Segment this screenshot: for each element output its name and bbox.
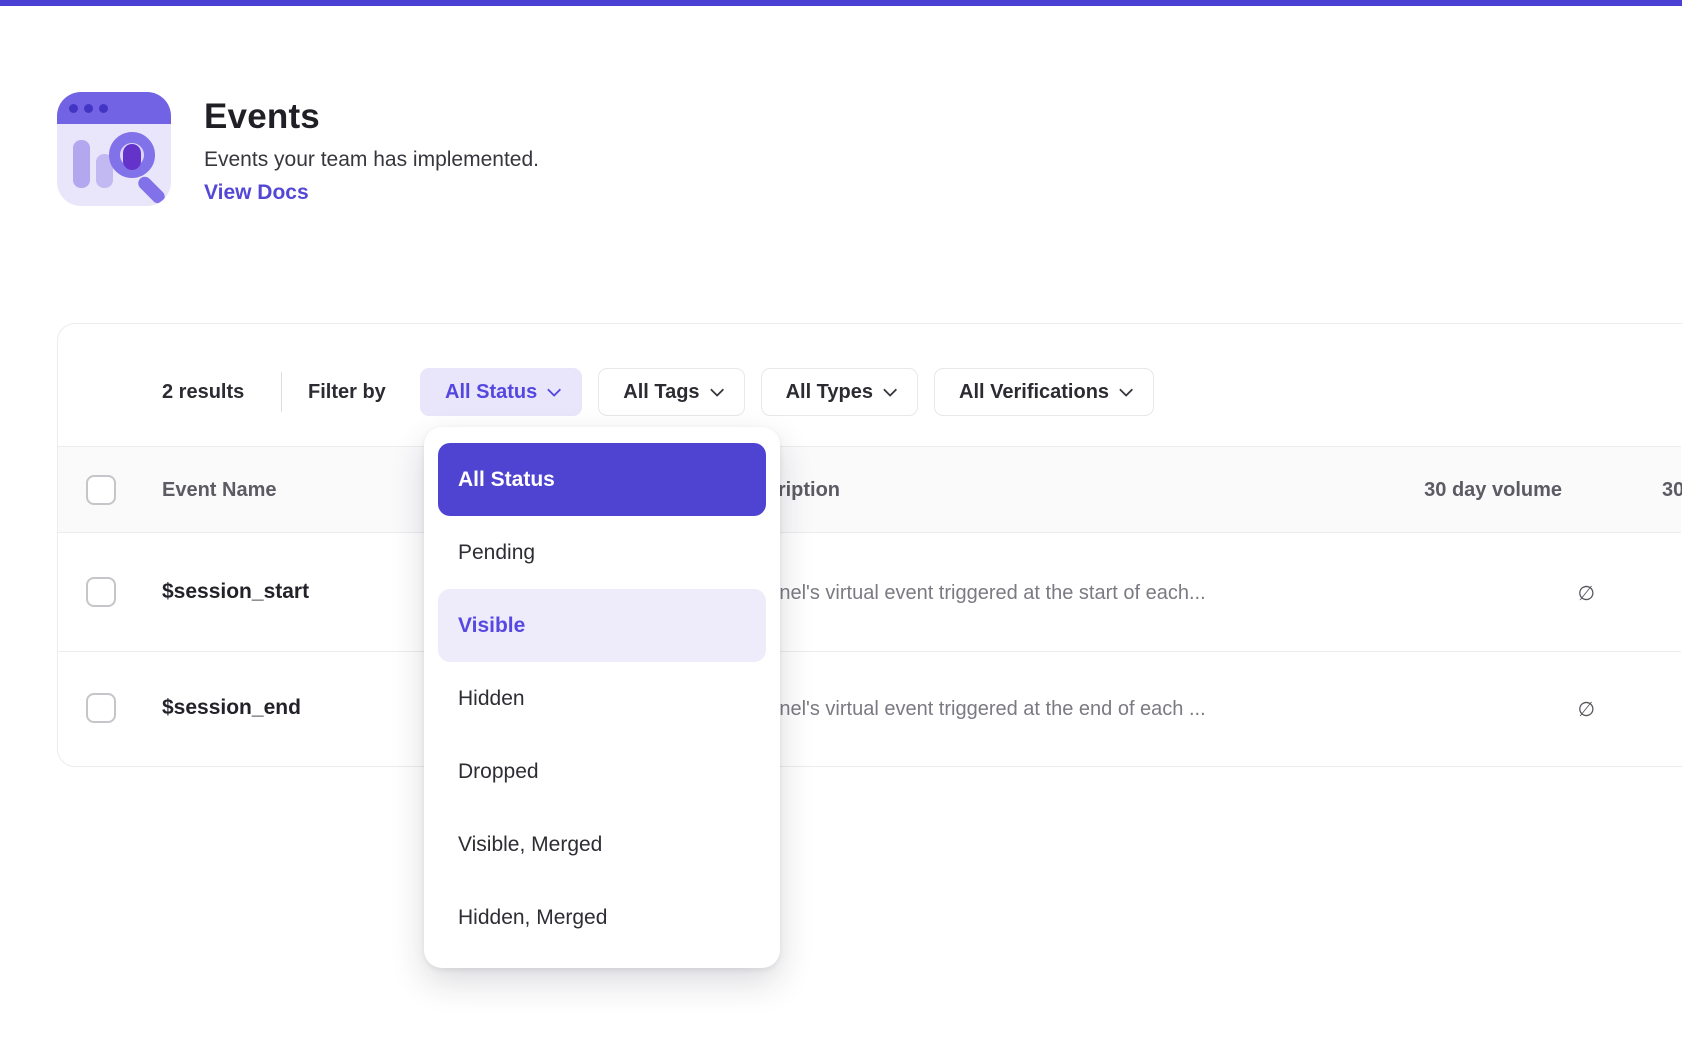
row-checkbox[interactable] <box>86 577 116 607</box>
dropdown-item-hidden[interactable]: Hidden <box>438 662 766 735</box>
filter-group: All Status All Tags All Types All Verifi… <box>420 368 1154 416</box>
status-dropdown-menu: All Status Pending Visible Hidden Droppe… <box>424 427 780 968</box>
events-page: Events Events your team has implemented.… <box>0 0 1682 1046</box>
filter-all-types-label: All Types <box>786 381 873 404</box>
dropdown-item-all-status[interactable]: All Status <box>438 443 766 516</box>
toolbar-divider <box>281 372 282 412</box>
browser-dot-icon <box>99 104 108 113</box>
chevron-down-icon <box>547 383 561 397</box>
dropdown-item-hidden-merged[interactable]: Hidden, Merged <box>438 881 766 954</box>
events-app-icon <box>57 92 171 206</box>
chevron-down-icon <box>1119 383 1133 397</box>
event-description: Mixpanel's virtual event triggered at th… <box>726 698 1206 721</box>
results-count: 2 results <box>162 368 244 416</box>
chevron-down-icon <box>883 383 897 397</box>
event-30-day-volume: ∅ <box>1578 581 1595 606</box>
top-accent-bar <box>0 0 1682 6</box>
page-subtitle: Events your team has implemented. <box>204 148 539 172</box>
icon-chart-bar <box>73 140 90 188</box>
filter-all-status-label: All Status <box>445 381 537 404</box>
magnifier-handle-icon <box>136 174 168 206</box>
row-checkbox[interactable] <box>86 693 116 723</box>
event-30-day-volume: ∅ <box>1578 697 1595 722</box>
filter-all-verifications-button[interactable]: All Verifications <box>934 368 1154 416</box>
page-title: Events <box>204 97 320 137</box>
magnifier-core-icon <box>123 144 141 170</box>
dropdown-item-dropped[interactable]: Dropped <box>438 735 766 808</box>
filter-by-label: Filter by <box>308 368 386 416</box>
column-header-event-name[interactable]: Event Name <box>162 479 277 502</box>
filter-all-types-button[interactable]: All Types <box>761 368 918 416</box>
filter-all-status-button[interactable]: All Status <box>420 368 582 416</box>
event-name-session-start[interactable]: $session_start <box>162 580 309 604</box>
browser-dot-icon <box>84 104 93 113</box>
dropdown-item-visible[interactable]: Visible <box>438 589 766 662</box>
column-header-30-day-users[interactable]: 30 day users <box>1662 479 1682 502</box>
column-header-30-day-volume[interactable]: 30 day volume <box>1424 479 1562 502</box>
browser-dot-icon <box>69 104 78 113</box>
filter-all-tags-label: All Tags <box>623 381 699 404</box>
icon-browser-titlebar <box>57 92 171 124</box>
event-name-session-end[interactable]: $session_end <box>162 696 301 720</box>
view-docs-link[interactable]: View Docs <box>204 181 309 205</box>
dropdown-item-pending[interactable]: Pending <box>438 516 766 589</box>
event-description: Mixpanel's virtual event triggered at th… <box>726 582 1206 605</box>
dropdown-item-visible-merged[interactable]: Visible, Merged <box>438 808 766 881</box>
filter-all-tags-button[interactable]: All Tags <box>598 368 744 416</box>
row-divider <box>58 651 1681 652</box>
filter-all-verifications-label: All Verifications <box>959 381 1109 404</box>
select-all-checkbox[interactable] <box>86 475 116 505</box>
chevron-down-icon <box>710 383 724 397</box>
